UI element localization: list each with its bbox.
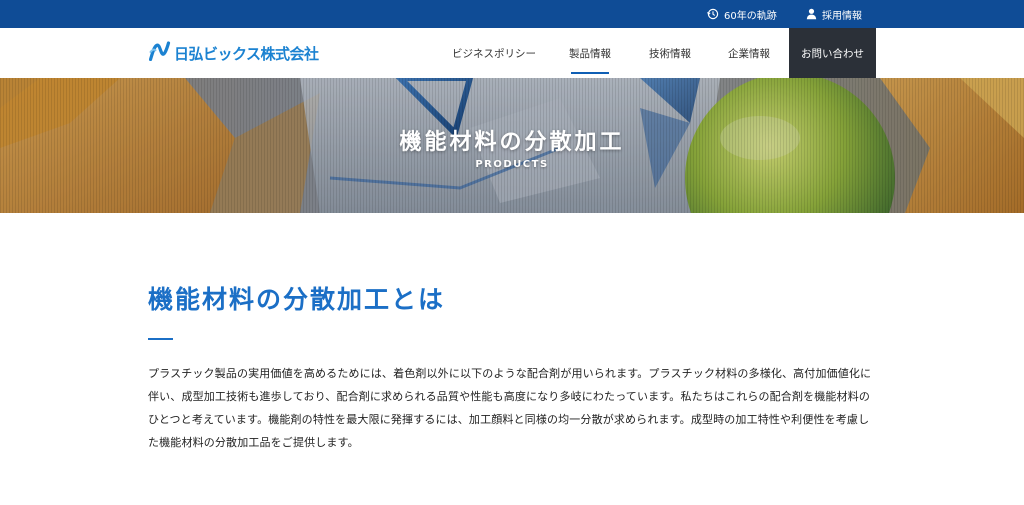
logo-text: 日弘ビックス株式会社 bbox=[174, 44, 319, 63]
site-header: 日弘ビックス株式会社 ビジネスポリシー 製品情報 技術情報 企業情報 お問い合わ… bbox=[0, 28, 1024, 78]
nav-company[interactable]: 企業情報 bbox=[714, 28, 784, 78]
section-heading: 機能材料の分散加工とは bbox=[148, 285, 446, 314]
recruit-link[interactable]: 採用情報 bbox=[806, 0, 862, 28]
top-utility-bar: 60年の軌跡 採用情報 bbox=[0, 0, 1024, 28]
logo-mark-icon bbox=[148, 41, 171, 65]
heading-divider bbox=[148, 338, 173, 340]
company-logo[interactable]: 日弘ビックス株式会社 bbox=[148, 41, 319, 65]
person-icon bbox=[806, 8, 817, 20]
hero-banner: 機能材料の分散加工 PRODUCTS bbox=[0, 78, 1024, 213]
nav-contact-button[interactable]: お問い合わせ bbox=[789, 28, 876, 78]
nav-technology[interactable]: 技術情報 bbox=[635, 28, 705, 78]
hero-subtitle: PRODUCTS bbox=[475, 159, 549, 170]
nav-business-policy[interactable]: ビジネスポリシー bbox=[445, 28, 543, 78]
active-nav-indicator bbox=[571, 72, 609, 74]
history-link[interactable]: 60年の軌跡 bbox=[707, 0, 777, 28]
nav-products[interactable]: 製品情報 bbox=[555, 28, 625, 78]
hero-title: 機能材料の分散加工 bbox=[399, 130, 625, 155]
section-body-text: プラスチック製品の実用価値を高めるためには、着色剤以外に以下のような配合剤が用い… bbox=[148, 367, 872, 449]
recruit-link-label: 採用情報 bbox=[822, 10, 862, 22]
nav-products-label: 製品情報 bbox=[569, 47, 611, 60]
history-clock-icon bbox=[707, 8, 719, 20]
history-link-label: 60年の軌跡 bbox=[724, 10, 777, 22]
